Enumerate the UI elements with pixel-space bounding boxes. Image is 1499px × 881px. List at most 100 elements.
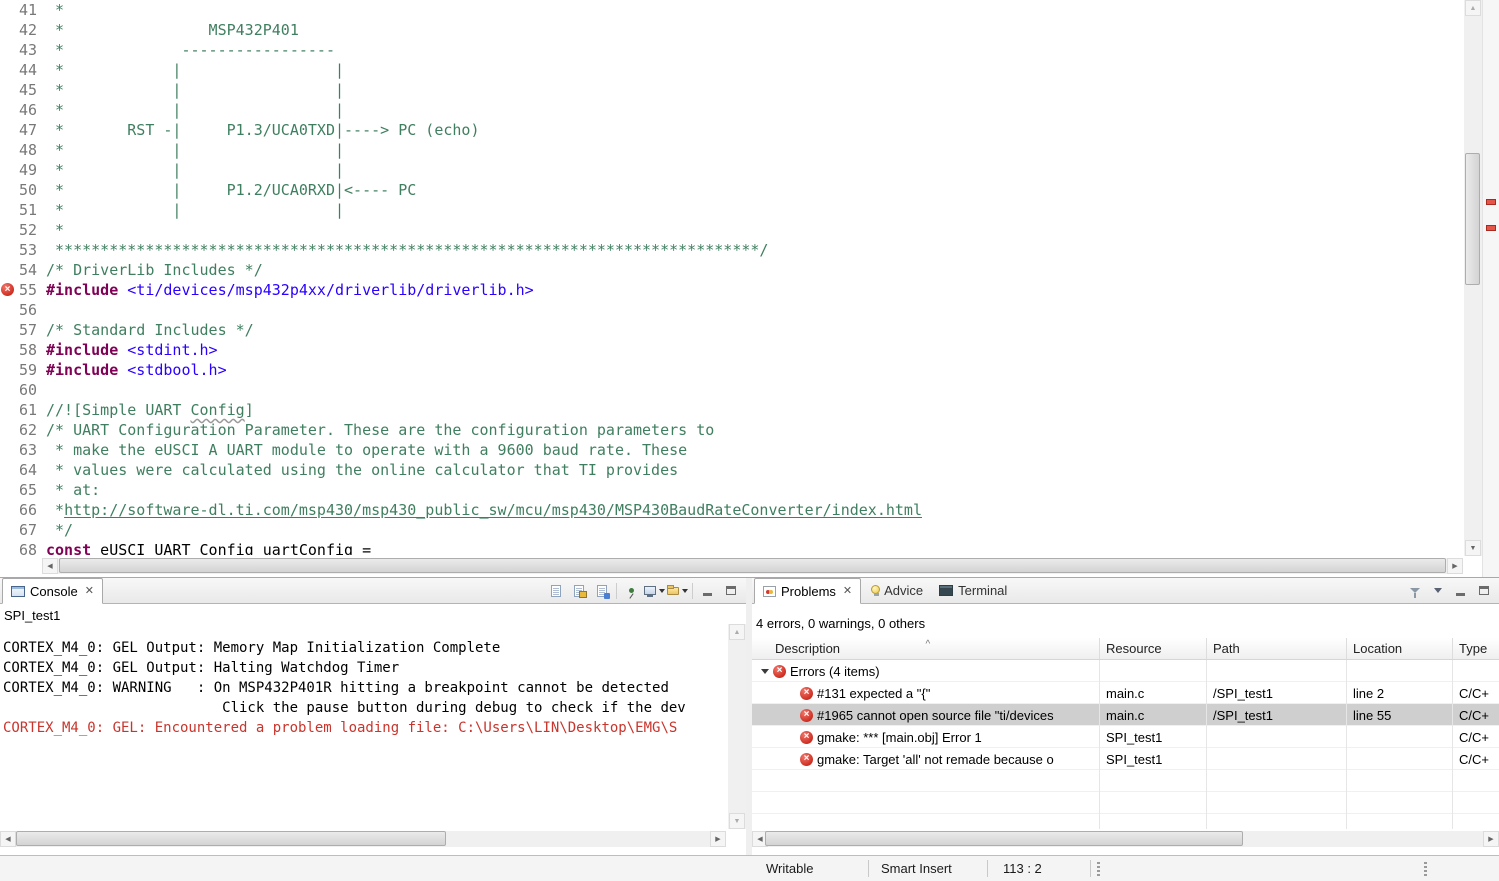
code-segment: * | | (46, 201, 345, 219)
column-header-type[interactable]: Type (1453, 638, 1499, 659)
tab-problems[interactable]: Problems ✕ (754, 578, 862, 604)
console-toolbar (544, 578, 746, 603)
line-number: 55 (18, 281, 37, 299)
annotation-gutter[interactable] (0, 140, 18, 160)
annotation-gutter[interactable] (0, 0, 18, 20)
scroll-right-icon[interactable]: ▶ (710, 831, 726, 847)
toolbar-separator (616, 582, 617, 599)
minimize-icon[interactable] (696, 581, 719, 601)
column-header-description[interactable]: Description ^ (752, 638, 1100, 659)
minimize-icon[interactable] (1449, 581, 1472, 601)
drag-handle[interactable] (1097, 862, 1100, 876)
annotation-gutter[interactable] (0, 280, 18, 300)
error-overview-marker[interactable] (1486, 225, 1496, 231)
word-wrap-icon[interactable] (590, 581, 613, 601)
annotation-gutter[interactable] (0, 220, 18, 240)
annotation-gutter[interactable] (0, 60, 18, 80)
code-editor[interactable]: 41 * 42 * MSP432P401 43 * ----------------… (0, 0, 1499, 577)
scroll-up-icon[interactable]: ▲ (1465, 0, 1481, 16)
dropdown-arrow-icon[interactable] (682, 588, 688, 593)
problems-group-row[interactable]: Errors (4 items) (752, 660, 1499, 682)
editor-vertical-scrollbar[interactable]: ▲ ▼ (1464, 0, 1482, 556)
maximize-icon[interactable] (1472, 581, 1495, 601)
scroll-down-icon[interactable]: ▼ (729, 813, 745, 829)
annotation-gutter[interactable] (0, 320, 18, 340)
annotation-gutter[interactable] (0, 240, 18, 260)
scroll-left-icon[interactable]: ◀ (42, 558, 58, 574)
view-menu-icon[interactable] (1426, 581, 1449, 601)
problem-row[interactable]: gmake: Target 'all' not remade because o… (752, 748, 1499, 770)
pin-console-icon[interactable] (620, 581, 643, 601)
editor-vscroll-thumb[interactable] (1465, 153, 1480, 285)
annotation-gutter[interactable] (0, 420, 18, 440)
column-header-location[interactable]: Location (1347, 638, 1453, 659)
column-header-path[interactable]: Path (1207, 638, 1347, 659)
scroll-left-icon[interactable]: ◀ (0, 831, 16, 847)
open-console-icon[interactable] (666, 581, 689, 601)
empty-cell (1453, 792, 1499, 814)
column-header-resource[interactable]: Resource (1100, 638, 1207, 659)
scroll-down-icon[interactable]: ▼ (1465, 540, 1481, 556)
error-marker-icon[interactable] (1, 283, 14, 296)
problems-horizontal-scrollbar[interactable]: ◀ ▶ (752, 831, 1499, 847)
annotation-gutter[interactable] (0, 400, 18, 420)
code-line: 63 * make the eUSCI A UART module to ope… (0, 440, 1464, 460)
tab-terminal[interactable]: Terminal (931, 578, 1015, 603)
filter-icon[interactable] (1403, 581, 1426, 601)
close-icon[interactable]: ✕ (843, 585, 852, 597)
annotation-gutter[interactable] (0, 380, 18, 400)
annotation-gutter[interactable] (0, 360, 18, 380)
scroll-up-icon[interactable]: ▲ (729, 624, 745, 640)
drag-handle[interactable] (1424, 862, 1427, 876)
code-segment: * | | (46, 141, 345, 159)
console-vertical-scrollbar[interactable]: ▲ ▼ (728, 624, 746, 829)
text-editor-area[interactable]: 41 * 42 * MSP432P401 43 * ----------------… (0, 0, 1464, 555)
console-output[interactable]: CORTEX_M4_0: GEL Output: Memory Map Init… (0, 624, 728, 829)
tab-console[interactable]: Console ✕ (2, 578, 103, 604)
annotation-gutter[interactable] (0, 480, 18, 500)
line-number: 48 (18, 141, 37, 159)
overview-ruler[interactable] (1482, 0, 1499, 577)
editor-hscroll-thumb[interactable] (59, 558, 1446, 573)
console-horizontal-scrollbar[interactable]: ◀ ▶ (0, 831, 726, 847)
console-hscroll-thumb[interactable] (16, 831, 446, 846)
annotation-gutter[interactable] (0, 460, 18, 480)
error-overview-marker[interactable] (1486, 199, 1496, 205)
annotation-gutter[interactable] (0, 180, 18, 200)
scroll-right-icon[interactable]: ▶ (1447, 558, 1463, 574)
editor-horizontal-scrollbar[interactable]: ◀ ▶ (42, 558, 1463, 574)
annotation-gutter[interactable] (0, 520, 18, 540)
expander-icon[interactable] (761, 668, 769, 674)
code-lines: 41 * 42 * MSP432P401 43 * ----------------… (0, 0, 1464, 555)
empty-cell (1100, 660, 1207, 682)
tab-advice[interactable]: Advice (861, 578, 931, 603)
problem-row[interactable]: gmake: *** [main.obj] Error 1 SPI_test1 C/… (752, 726, 1499, 748)
scroll-lock-icon[interactable] (567, 581, 590, 601)
annotation-gutter[interactable] (0, 40, 18, 60)
annotation-gutter[interactable] (0, 200, 18, 220)
code-line: 61 //![Simple UART Config] (0, 400, 1464, 420)
annotation-gutter[interactable] (0, 440, 18, 460)
line-number: 60 (18, 381, 37, 399)
problem-row[interactable]: #131 expected a "{" main.c/SPI_test1line … (752, 682, 1499, 704)
close-icon[interactable]: ✕ (85, 585, 94, 597)
maximize-icon[interactable] (719, 581, 742, 601)
annotation-gutter[interactable] (0, 540, 18, 555)
problem-row[interactable]: #1965 cannot open source file "ti/device… (752, 704, 1499, 726)
annotation-gutter[interactable] (0, 340, 18, 360)
problems-hscroll-thumb[interactable] (765, 831, 1243, 846)
scroll-right-icon[interactable]: ▶ (1483, 831, 1499, 847)
annotation-gutter[interactable] (0, 260, 18, 280)
annotation-gutter[interactable] (0, 100, 18, 120)
display-selected-console-icon[interactable] (643, 581, 666, 601)
annotation-gutter[interactable] (0, 160, 18, 180)
annotation-gutter[interactable] (0, 20, 18, 40)
annotation-gutter[interactable] (0, 120, 18, 140)
dropdown-arrow-icon[interactable] (659, 588, 665, 593)
annotation-gutter[interactable] (0, 80, 18, 100)
line-number: 51 (18, 201, 37, 219)
line-number: 50 (18, 181, 37, 199)
clear-console-icon[interactable] (544, 581, 567, 601)
annotation-gutter[interactable] (0, 500, 18, 520)
annotation-gutter[interactable] (0, 300, 18, 320)
